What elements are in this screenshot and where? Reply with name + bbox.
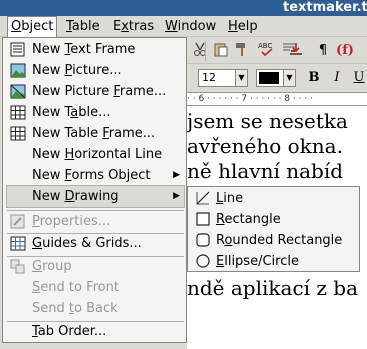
submenu-item-line[interactable]: Line — [192, 188, 357, 209]
bold-button[interactable]: B — [305, 69, 323, 87]
spellcheck-icon[interactable]: ABC — [257, 41, 277, 61]
menu-window[interactable]: Window — [162, 16, 219, 37]
cut-icon[interactable] — [190, 41, 210, 61]
menu-item-guides-grids[interactable]: Guides & Grids... — [7, 233, 184, 254]
picture-icon — [10, 63, 26, 78]
menu-item-new-picture[interactable]: New Picture... — [7, 60, 184, 81]
submenu-item-label: Rounded Rectangle — [216, 233, 343, 248]
svg-text:ABC: ABC — [258, 42, 272, 50]
menu-item-new-forms-object[interactable]: New Forms Object ▶ — [7, 165, 184, 186]
document-line: avřeného okna. — [187, 134, 343, 158]
line-icon — [196, 191, 210, 205]
paste-icon[interactable] — [211, 41, 231, 61]
menu-item-label: Tab Order... — [32, 324, 107, 339]
menu-item-new-table-frame[interactable]: New Table Frame... — [7, 123, 184, 144]
submenu-arrow-icon: ▶ — [173, 191, 180, 201]
group-icon — [10, 259, 26, 274]
menu-item-label: New Forms Object — [32, 168, 151, 183]
menu-item-label: New Picture... — [32, 63, 122, 78]
menu-item-send-to-front[interactable]: Send to Front — [7, 277, 184, 298]
picture-frame-icon — [10, 84, 26, 99]
menu-table[interactable]: Table — [63, 16, 103, 37]
menu-item-label: New Table Frame... — [32, 126, 156, 141]
submenu-item-label: Rectangle — [216, 212, 281, 227]
italic-button[interactable]: I — [328, 69, 346, 87]
underline-button[interactable]: U — [350, 69, 367, 87]
submenu-item-label: Ellipse/Circle — [216, 254, 299, 269]
menu-item-label: New Horizontal Line — [32, 147, 163, 162]
submenu-item-rounded-rectangle[interactable]: Rounded Rectangle — [192, 230, 357, 251]
horizontal-ruler[interactable]: · · 6 · · · · · · 7 · · · · · · 8 · · · … — [187, 92, 367, 106]
insert-break-icon[interactable] — [286, 41, 306, 61]
menu-item-properties[interactable]: Properties... — [7, 211, 184, 232]
menu-item-new-picture-frame[interactable]: New Picture Frame... — [7, 81, 184, 102]
menu-item-new-drawing[interactable]: New Drawing ▶ — [6, 185, 185, 208]
font-size-value: 12 — [202, 71, 216, 84]
window-title: textmaker.tr — [283, 0, 367, 15]
object-menu: New Text Frame New Picture... New Pictur… — [2, 37, 187, 343]
submenu-item-label: Line — [216, 191, 244, 206]
field-code-button[interactable]: (f) — [335, 41, 355, 61]
menu-item-label: New Picture Frame... — [32, 84, 167, 99]
menu-item-label: New Drawing — [32, 189, 119, 204]
submenu-item-ellipse-circle[interactable]: Ellipse/Circle — [192, 251, 357, 272]
menu-item-label: New Table... — [32, 105, 111, 120]
table-icon — [10, 105, 26, 120]
menu-item-send-to-back[interactable]: Send to Back — [7, 298, 184, 319]
menu-item-label: Properties... — [32, 214, 111, 229]
menu-item-new-horizontal-line[interactable]: New Horizontal Line — [7, 144, 184, 165]
menu-extras[interactable]: Extras — [110, 16, 157, 37]
menu-bar: Object Table Extras Window Help — [0, 16, 367, 37]
table-frame-icon — [10, 126, 26, 141]
menu-item-label: Send to Back — [32, 301, 118, 316]
menu-item-label: Group — [32, 259, 72, 274]
standard-toolbar: ABC ¶ (f) — [187, 38, 367, 64]
title-bar: textmaker.tr — [0, 0, 367, 16]
toolbar-divider — [205, 41, 206, 61]
color-swatch — [259, 72, 279, 84]
menu-item-new-text-frame[interactable]: New Text Frame — [7, 39, 184, 60]
text-frame-icon — [10, 42, 26, 57]
ruler-marks: · · 6 · · · · · · 7 · · · · · · 8 · · · … — [187, 94, 313, 104]
font-size-combo[interactable]: 12 ▼ — [198, 69, 248, 87]
document-line: ně hlavní nabíd — [187, 159, 344, 183]
properties-icon — [10, 214, 26, 229]
text-color-combo[interactable]: ▼ — [256, 69, 296, 87]
format-painter-icon[interactable] — [232, 41, 252, 61]
show-paragraph-marks-button[interactable]: ¶ — [313, 41, 333, 61]
menu-item-label: Send to Front — [32, 280, 119, 295]
submenu-item-rectangle[interactable]: Rectangle — [192, 209, 357, 230]
menu-item-label: Guides & Grids... — [32, 236, 142, 251]
document-line: ndě aplikací z ba — [187, 276, 359, 300]
menu-help[interactable]: Help — [225, 16, 261, 37]
grid-icon — [10, 236, 26, 251]
menu-item-label: New Text Frame — [32, 42, 136, 57]
ellipse-icon — [196, 254, 210, 268]
submenu-arrow-icon: ▶ — [173, 170, 180, 180]
document-line: jsem se nesetka — [187, 109, 348, 133]
new-drawing-submenu: Line Rectangle Rounded Rectangle Ellipse… — [187, 186, 360, 272]
menu-object[interactable]: Object — [7, 16, 58, 37]
menu-item-group[interactable]: Group — [7, 256, 184, 277]
menu-item-tab-order[interactable]: Tab Order... — [7, 321, 184, 342]
chevron-down-icon[interactable]: ▼ — [235, 70, 247, 86]
chevron-down-icon[interactable]: ▼ — [283, 70, 295, 86]
menu-item-new-table[interactable]: New Table... — [7, 102, 184, 123]
rectangle-icon — [196, 212, 210, 226]
rounded-rectangle-icon — [196, 233, 210, 247]
